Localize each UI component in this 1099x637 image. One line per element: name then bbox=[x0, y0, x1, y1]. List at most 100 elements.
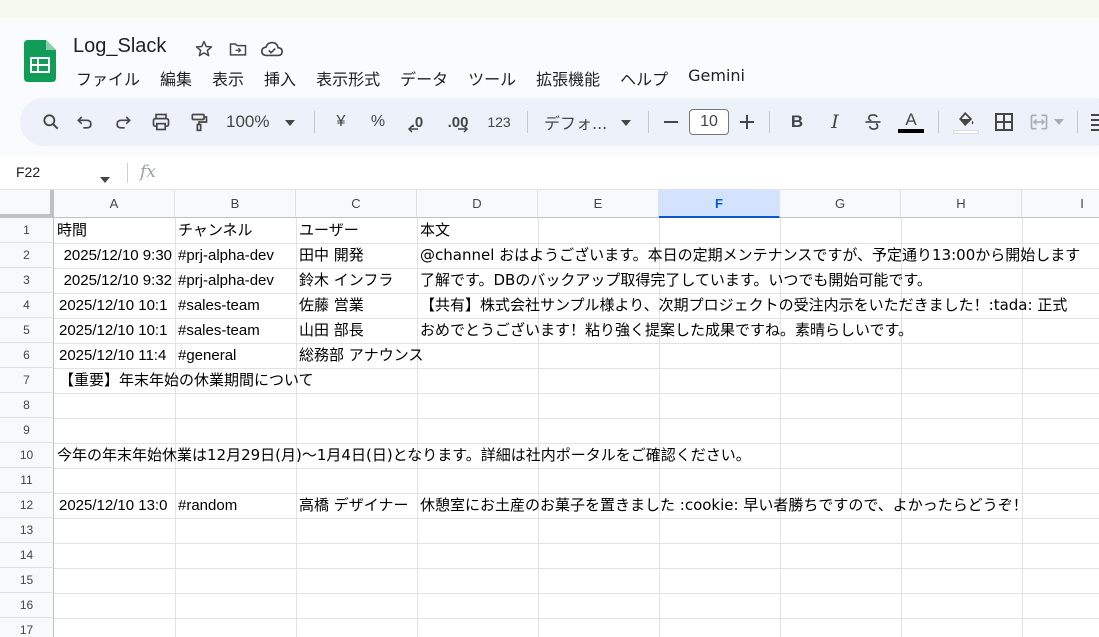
zoom-select[interactable]: 100% bbox=[218, 107, 306, 137]
cell-c3[interactable]: 鈴木 インフラ bbox=[296, 268, 417, 293]
increase-decimal-button[interactable]: .00 bbox=[437, 107, 479, 137]
cell-d2[interactable]: @channel おはようございます。本日の定期メンテナンスですが、予定通り13… bbox=[417, 243, 1099, 268]
cloud-status-icon[interactable] bbox=[260, 38, 284, 60]
menu-tools[interactable]: ツール bbox=[458, 66, 526, 90]
cell-b6[interactable]: #general bbox=[175, 343, 296, 368]
row-header-1[interactable]: 1 bbox=[0, 218, 54, 243]
cell-a1[interactable]: 時間 bbox=[54, 218, 175, 243]
cell-a5[interactable]: 2025/12/10 10:1 bbox=[54, 318, 175, 343]
name-box[interactable]: F22 bbox=[16, 164, 40, 180]
column-header-c[interactable]: C bbox=[296, 190, 417, 218]
cell-b2[interactable]: #prj-alpha-dev bbox=[175, 243, 296, 268]
menu-edit[interactable]: 編集 bbox=[150, 66, 202, 90]
row-header-9[interactable]: 9 bbox=[0, 418, 54, 443]
menu-format[interactable]: 表示形式 bbox=[306, 66, 390, 90]
cell-d3[interactable]: 了解です。DBのバックアップ取得完了しています。いつでも開始可能です。 bbox=[417, 268, 1099, 293]
percent-format-button[interactable]: % bbox=[359, 107, 397, 137]
menu-file[interactable]: ファイル bbox=[66, 66, 150, 90]
cell-c6[interactable]: 総務部 アナウンス bbox=[296, 343, 538, 368]
font-size-input[interactable]: 10 bbox=[689, 109, 729, 135]
cell-d5[interactable]: おめでとうございます！粘り強く提案した成果ですね。素晴らしいです。 bbox=[417, 318, 1099, 343]
cell-a2[interactable]: 2025/12/10 9:30 bbox=[54, 243, 175, 268]
cell-a4[interactable]: 2025/12/10 10:1 bbox=[54, 293, 175, 318]
column-header-e[interactable]: E bbox=[538, 190, 659, 218]
toolbar-divider bbox=[938, 111, 939, 133]
cell-c12[interactable]: 高橋 デザイナー bbox=[296, 493, 417, 518]
currency-format-button[interactable]: ¥ bbox=[323, 107, 359, 137]
column-header-h[interactable]: H bbox=[901, 190, 1022, 218]
decrease-decimal-button[interactable]: .0 bbox=[397, 107, 437, 137]
row-header-5[interactable]: 5 bbox=[0, 318, 54, 343]
italic-button[interactable]: I bbox=[816, 107, 854, 137]
document-title[interactable]: Log_Slack bbox=[73, 35, 166, 58]
row-header-14[interactable]: 14 bbox=[0, 543, 54, 568]
font-select[interactable]: デフォ... bbox=[536, 107, 640, 137]
text-color-swatch bbox=[898, 129, 924, 133]
cell-b1[interactable]: チャンネル bbox=[175, 218, 296, 243]
star-icon[interactable] bbox=[192, 38, 216, 60]
row-header-17[interactable]: 17 bbox=[0, 618, 54, 637]
bold-button[interactable]: B bbox=[778, 107, 816, 137]
menu-insert[interactable]: 挿入 bbox=[254, 66, 306, 90]
chevron-down-icon[interactable] bbox=[100, 168, 110, 187]
cell-a10[interactable]: 今年の年末年始休業は12月29日(月)〜1月4日(日)となります。詳細は社内ポー… bbox=[54, 443, 1099, 468]
column-header-a[interactable]: A bbox=[54, 190, 175, 218]
redo-icon[interactable] bbox=[104, 107, 142, 137]
menu-help[interactable]: ヘルプ bbox=[610, 66, 678, 90]
row-header-2[interactable]: 2 bbox=[0, 243, 54, 268]
menu-data[interactable]: データ bbox=[390, 66, 458, 90]
column-header-f[interactable]: F bbox=[659, 190, 780, 218]
row-header-12[interactable]: 12 bbox=[0, 493, 54, 518]
cell-b3[interactable]: #prj-alpha-dev bbox=[175, 268, 296, 293]
cell-b12[interactable]: #random bbox=[175, 493, 296, 518]
cell-a3[interactable]: 2025/12/10 9:32 bbox=[54, 268, 175, 293]
cell-a7[interactable]: 【重要】年末年始の休業期間について bbox=[54, 368, 538, 393]
menu-view[interactable]: 表示 bbox=[202, 66, 254, 90]
cell-c2[interactable]: 田中 開発 bbox=[296, 243, 417, 268]
row-header-7[interactable]: 7 bbox=[0, 368, 54, 393]
row-header-10[interactable]: 10 bbox=[0, 443, 54, 468]
row-header-13[interactable]: 13 bbox=[0, 518, 54, 543]
fill-color-icon[interactable] bbox=[947, 107, 985, 137]
cell-c5[interactable]: 山田 部長 bbox=[296, 318, 417, 343]
cell-a6[interactable]: 2025/12/10 11:4 bbox=[54, 343, 175, 368]
search-menus-icon[interactable] bbox=[36, 107, 66, 137]
column-header-i[interactable]: I bbox=[1022, 190, 1099, 218]
cell-c1[interactable]: ユーザー bbox=[296, 218, 417, 243]
cell-d12[interactable]: 休憩室にお土産のお菓子を置きました :cookie: 早い者勝ちですので、よかっ… bbox=[417, 493, 1099, 518]
merge-cells-icon[interactable] bbox=[1023, 107, 1069, 137]
more-formats-button[interactable]: 123 bbox=[479, 107, 519, 137]
borders-icon[interactable] bbox=[985, 107, 1023, 137]
row-header-16[interactable]: 16 bbox=[0, 593, 54, 618]
cell-d1[interactable]: 本文 bbox=[417, 218, 538, 243]
row-header-6[interactable]: 6 bbox=[0, 343, 54, 368]
spreadsheet-grid[interactable]: A B C D E F G H I 1 2 3 4 5 6 7 8 9 10 1… bbox=[0, 190, 1099, 637]
horizontal-align-icon[interactable] bbox=[1086, 107, 1099, 137]
print-icon[interactable] bbox=[142, 107, 180, 137]
cell-d4[interactable]: 【共有】株式会社サンプル様より、次期プロジェクトの受注内示をいただきました！:t… bbox=[417, 293, 1099, 318]
text-color-button[interactable]: A bbox=[892, 107, 930, 137]
paint-format-icon[interactable] bbox=[180, 107, 218, 137]
menu-extensions[interactable]: 拡張機能 bbox=[526, 66, 610, 90]
row-header-11[interactable]: 11 bbox=[0, 468, 54, 493]
row-header-3[interactable]: 3 bbox=[0, 268, 54, 293]
cell-c4[interactable]: 佐藤 営業 bbox=[296, 293, 417, 318]
fx-icon: fx bbox=[140, 162, 156, 182]
undo-icon[interactable] bbox=[66, 107, 104, 137]
cell-b5[interactable]: #sales-team bbox=[175, 318, 296, 343]
select-all-corner[interactable] bbox=[0, 190, 54, 218]
decrease-font-size-button[interactable] bbox=[657, 107, 685, 137]
row-header-15[interactable]: 15 bbox=[0, 568, 54, 593]
column-header-d[interactable]: D bbox=[417, 190, 538, 218]
menu-gemini[interactable]: Gemini bbox=[678, 66, 755, 90]
row-header-4[interactable]: 4 bbox=[0, 293, 54, 318]
sheets-logo-icon[interactable] bbox=[24, 40, 56, 82]
row-header-8[interactable]: 8 bbox=[0, 393, 54, 418]
cell-b4[interactable]: #sales-team bbox=[175, 293, 296, 318]
strikethrough-icon[interactable] bbox=[854, 107, 892, 137]
column-header-b[interactable]: B bbox=[175, 190, 296, 218]
column-header-g[interactable]: G bbox=[780, 190, 901, 218]
cell-a12[interactable]: 2025/12/10 13:0 bbox=[54, 493, 175, 518]
move-folder-icon[interactable] bbox=[226, 38, 250, 60]
increase-font-size-button[interactable] bbox=[733, 107, 761, 137]
